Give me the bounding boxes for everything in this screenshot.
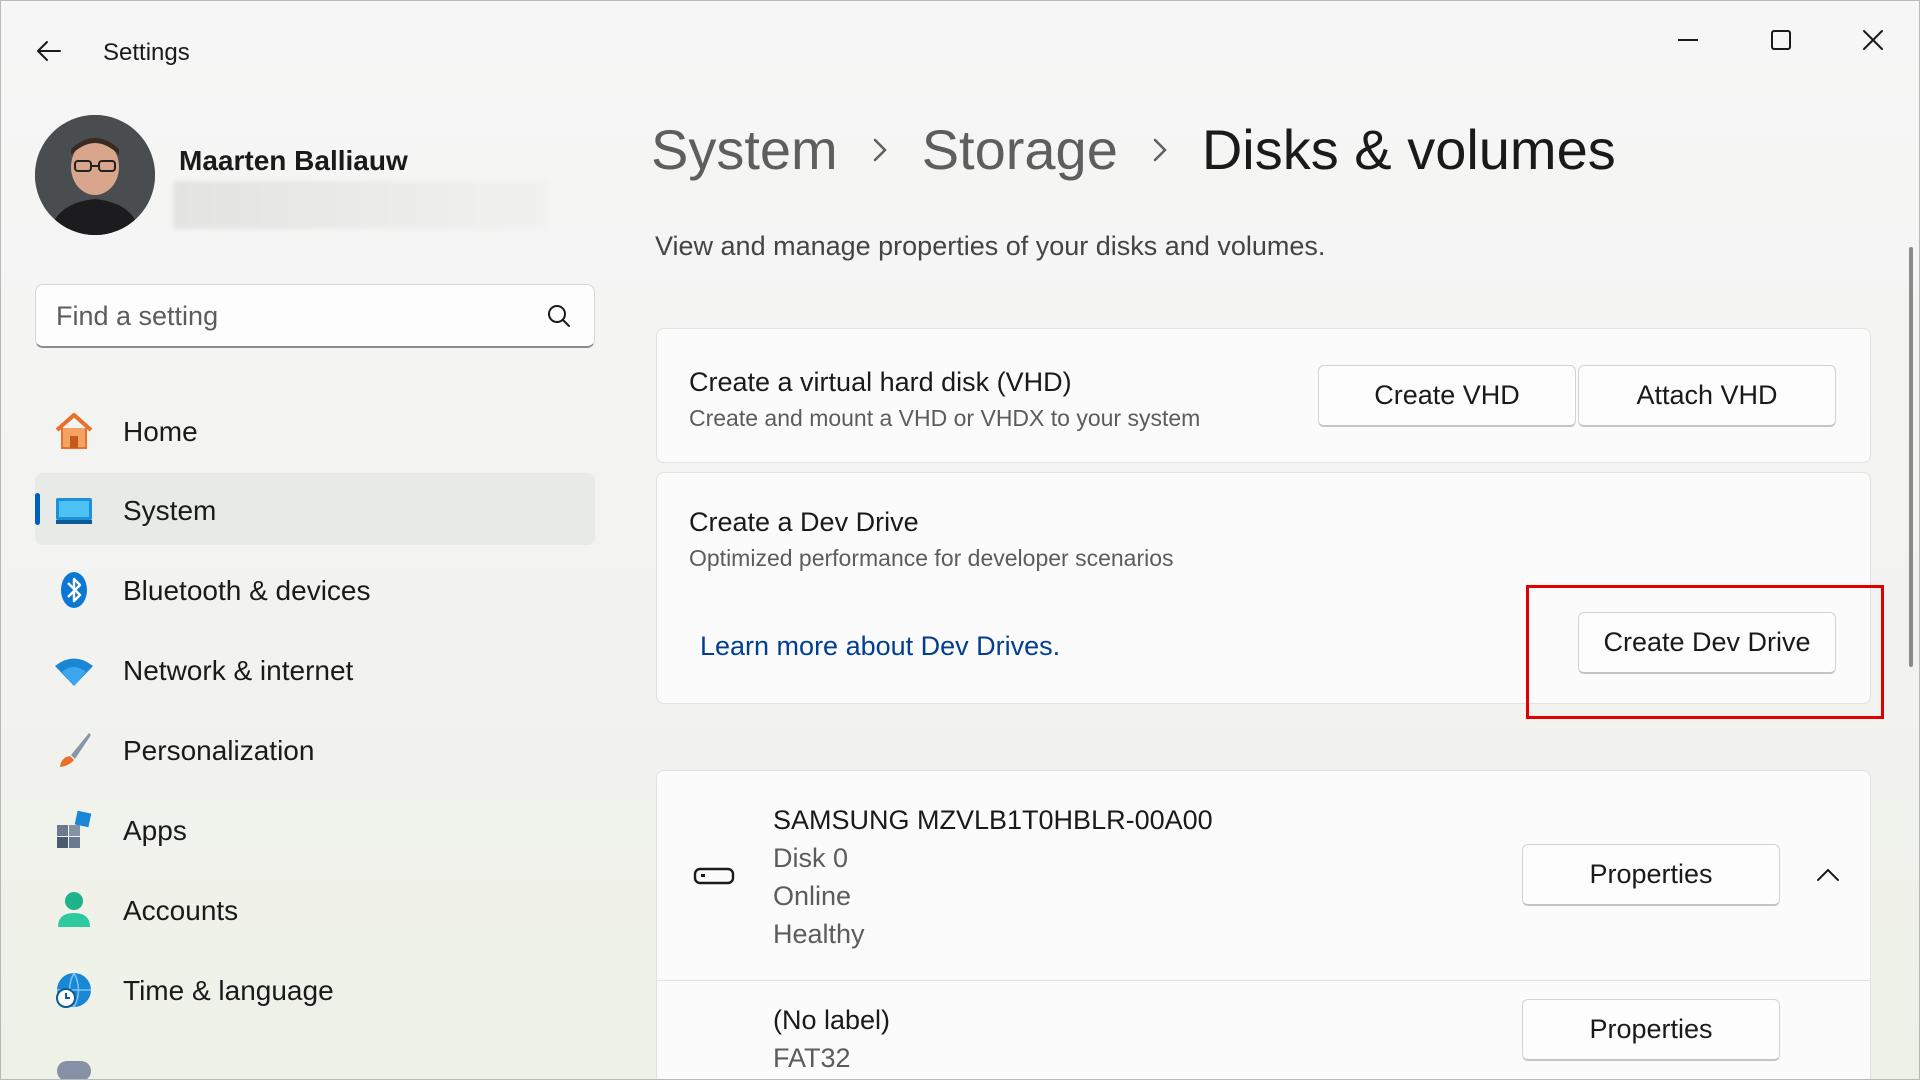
- chevron-right-icon: [873, 138, 887, 161]
- nav-label-accounts: Accounts: [123, 895, 239, 926]
- disk-number: Disk 0: [773, 843, 849, 873]
- nav-item-network[interactable]: Network & internet: [35, 633, 595, 705]
- disk-health: Healthy: [773, 919, 865, 949]
- nav-item-apps[interactable]: Apps: [35, 793, 595, 865]
- nav-label-home: Home: [123, 416, 198, 447]
- nav-label-time-language: Time & language: [123, 975, 334, 1006]
- chevron-up-icon: [1817, 868, 1839, 881]
- nav-item-system[interactable]: System: [35, 473, 595, 545]
- volume-filesystem: FAT32: [773, 1043, 851, 1073]
- brush-icon: [60, 733, 91, 767]
- disk-card: SAMSUNG MZVLB1T0HBLR-00A00 Disk 0 Online…: [656, 770, 1871, 1079]
- volume-label: (No label): [773, 1005, 891, 1035]
- back-arrow-icon: [37, 41, 61, 61]
- nav-item-personalization[interactable]: Personalization: [35, 713, 595, 785]
- maximize-button[interactable]: [1745, 15, 1817, 65]
- close-button[interactable]: [1837, 15, 1909, 65]
- nav-label-system: System: [123, 495, 217, 526]
- search-box[interactable]: [35, 284, 595, 348]
- divider: [657, 980, 1870, 981]
- close-icon: [1863, 30, 1883, 50]
- nav-item-home[interactable]: Home: [35, 394, 595, 466]
- apps-icon: [57, 810, 92, 848]
- dev-drive-subtitle: Optimized performance for developer scen…: [689, 545, 1174, 571]
- gaming-icon: [57, 1061, 91, 1079]
- disk-status: Online: [773, 881, 852, 911]
- breadcrumb: System Storage Disks & volumes: [651, 117, 1616, 182]
- dev-drive-title: Create a Dev Drive: [689, 507, 919, 537]
- search-input[interactable]: [56, 297, 536, 335]
- user-name: Maarten Balliauw: [179, 145, 408, 176]
- maximize-icon: [1771, 30, 1791, 50]
- user-email-redacted: [173, 181, 547, 229]
- minimize-button[interactable]: [1653, 15, 1725, 65]
- disk-properties-button[interactable]: Properties: [1522, 844, 1780, 906]
- learn-more-dev-drives-link[interactable]: Learn more about Dev Drives.: [700, 631, 1060, 662]
- attach-vhd-button[interactable]: Attach VHD: [1578, 365, 1836, 427]
- nav-label-personalization: Personalization: [123, 735, 315, 766]
- title-bar: Settings: [1, 1, 1919, 85]
- bluetooth-icon: [61, 572, 87, 608]
- nav-label-network: Network & internet: [123, 655, 354, 686]
- nav-item-gaming-partial[interactable]: [35, 1033, 595, 1079]
- disk-name: SAMSUNG MZVLB1T0HBLR-00A00: [773, 805, 1213, 835]
- volume-properties-button[interactable]: Properties: [1522, 999, 1780, 1061]
- scrollbar[interactable]: [1909, 247, 1913, 667]
- home-icon: [55, 413, 93, 449]
- app-title: Settings: [103, 39, 190, 66]
- chevron-right-icon: [1153, 138, 1167, 161]
- nav-item-accounts[interactable]: Accounts: [35, 873, 595, 945]
- create-vhd-button[interactable]: Create VHD: [1318, 365, 1576, 427]
- drive-icon: [693, 867, 735, 885]
- breadcrumb-system[interactable]: System: [651, 117, 838, 182]
- settings-window: Settings Maarten Balliauw Home: [0, 0, 1920, 1080]
- avatar[interactable]: [35, 115, 155, 235]
- nav-label-apps: Apps: [123, 815, 187, 846]
- vhd-card: Create a virtual hard disk (VHD) Create …: [656, 328, 1871, 463]
- back-button[interactable]: [27, 29, 71, 73]
- globe-clock-icon: [56, 972, 91, 1008]
- nav-item-time-language[interactable]: Time & language: [35, 953, 595, 1025]
- minimize-icon: [1678, 39, 1698, 41]
- page-subtitle: View and manage properties of your disks…: [655, 231, 1326, 261]
- breadcrumb-storage[interactable]: Storage: [922, 117, 1118, 182]
- vhd-subtitle: Create and mount a VHD or VHDX to your s…: [689, 405, 1201, 431]
- page-title: Disks & volumes: [1201, 118, 1616, 181]
- active-indicator: [35, 493, 40, 525]
- collapse-button[interactable]: [1805, 855, 1851, 895]
- wifi-icon: [55, 658, 93, 686]
- nav-label-bluetooth: Bluetooth & devices: [123, 575, 371, 606]
- system-icon: [56, 498, 92, 524]
- highlight-box: [1526, 585, 1884, 719]
- vhd-title: Create a virtual hard disk (VHD): [689, 367, 1072, 397]
- person-icon: [58, 892, 90, 927]
- search-icon[interactable]: [546, 303, 572, 329]
- nav-item-bluetooth[interactable]: Bluetooth & devices: [35, 553, 595, 625]
